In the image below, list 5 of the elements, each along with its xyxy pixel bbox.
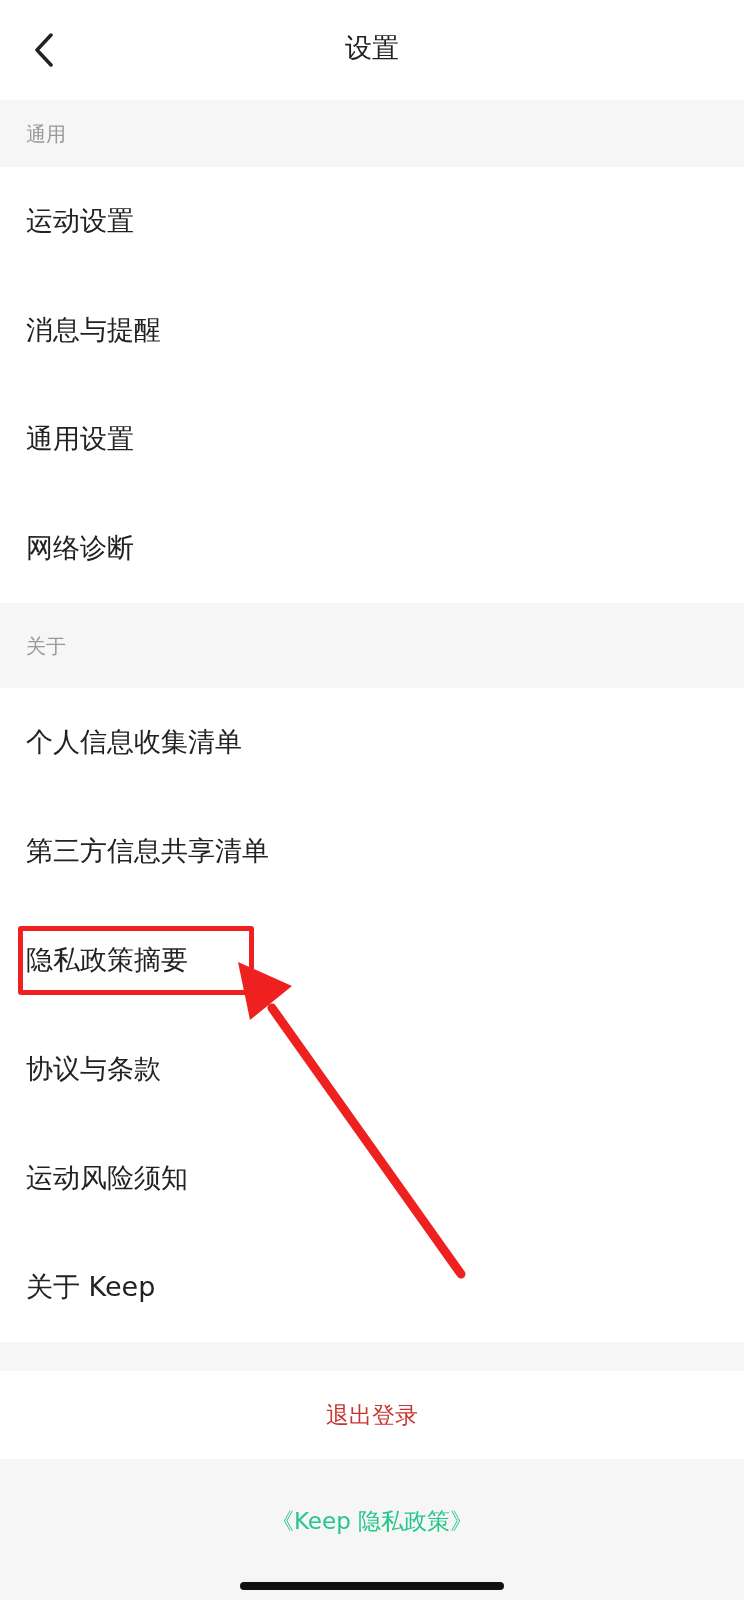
back-icon <box>34 33 54 67</box>
page-title: 设置 <box>345 30 399 65</box>
section-label: 通用 <box>26 120 66 148</box>
section-label: 关于 <box>26 632 66 660</box>
logout-button[interactable]: 退出登录 <box>0 1371 744 1459</box>
